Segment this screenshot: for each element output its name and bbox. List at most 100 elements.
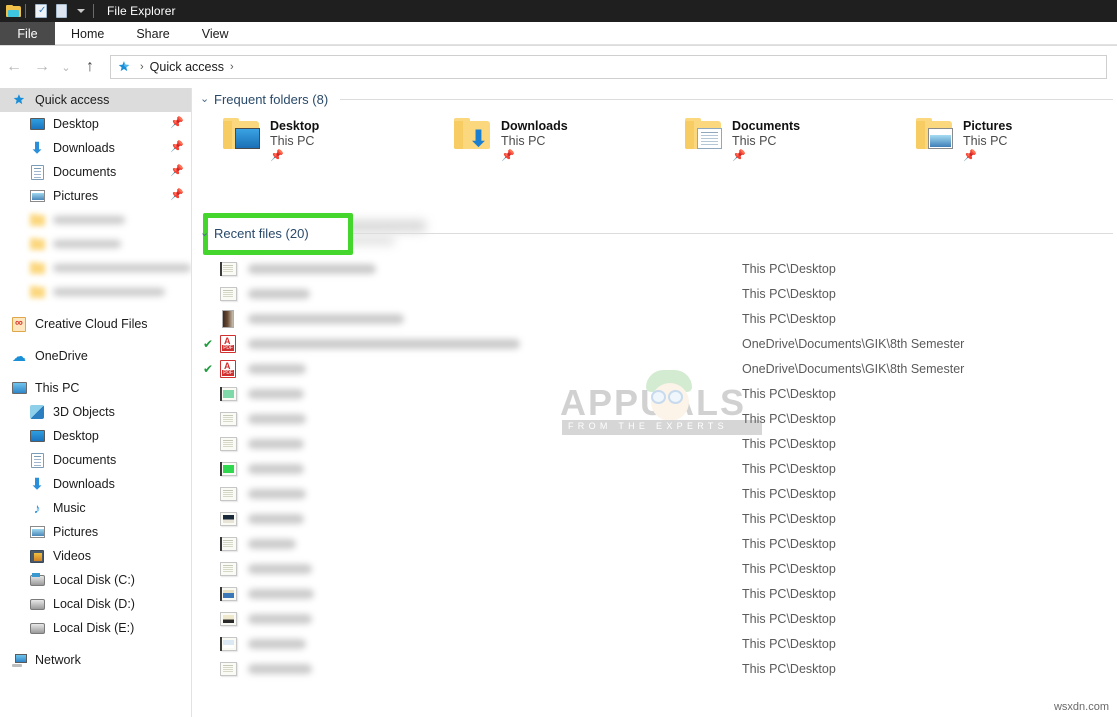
file-name-redacted <box>248 638 306 649</box>
chevron-down-icon[interactable]: ⌄ <box>200 93 214 105</box>
sidebar-item-desktop-pc[interactable]: Desktop <box>0 424 191 448</box>
file-name-redacted <box>248 338 520 349</box>
table-row[interactable]: ✔ A PDF OneDrive\Documents\GIK\8th Semest… <box>193 356 1117 381</box>
sidebar-item-pictures[interactable]: Pictures 📌 <box>0 184 191 208</box>
folder-icon: ⬇ <box>454 118 492 150</box>
up-button[interactable]: ↑ <box>76 53 104 81</box>
onedrive-cloud-icon: ☁ <box>12 348 26 364</box>
pin-icon[interactable]: 📌 <box>170 142 184 153</box>
folder-icon <box>28 212 46 228</box>
new-folder-icon[interactable] <box>51 1 71 21</box>
sidebar-label-downloads: Downloads <box>53 141 115 155</box>
table-row[interactable]: ✓ This PC\Desktop <box>193 306 1117 331</box>
table-row[interactable]: ✓ This PC\Desktop <box>193 631 1117 656</box>
pdf-icon: A PDF <box>216 359 240 378</box>
creative-cloud-icon <box>10 316 28 332</box>
folder-tile-desktop[interactable]: Desktop This PC 📌 <box>193 116 424 164</box>
folder-tile-pictures[interactable]: Pictures This PC 📌 <box>886 116 1117 164</box>
image-thumbnail-icon <box>216 386 240 401</box>
sidebar-item-this-pc[interactable]: This PC <box>0 376 191 400</box>
folder-icon <box>685 118 723 150</box>
table-row[interactable]: ✓ This PC\Desktop <box>193 431 1117 456</box>
back-button[interactable]: ← <box>0 53 28 81</box>
sidebar-item-music[interactable]: ♪ Music <box>0 496 191 520</box>
table-row[interactable]: ✓ This PC\Desktop <box>193 381 1117 406</box>
table-row[interactable]: ✓ This PC\Desktop <box>193 531 1117 556</box>
pin-icon[interactable]: 📌 <box>170 166 184 177</box>
sidebar-item-documents[interactable]: Documents 📌 <box>0 160 191 184</box>
image-thumbnail-icon <box>216 611 240 626</box>
table-row[interactable]: ✔ A PDF OneDrive\Documents\GIK\8th Semest… <box>193 331 1117 356</box>
sidebar-item-quick-access[interactable]: Quick access <box>0 88 191 112</box>
sidebar-item-redacted-4[interactable] <box>0 280 191 304</box>
folder-icon[interactable] <box>3 1 23 21</box>
table-row[interactable]: ✓ This PC\Desktop <box>193 481 1117 506</box>
file-name-redacted <box>248 463 304 474</box>
folder-icon <box>916 118 954 150</box>
table-row[interactable]: ✓ This PC\Desktop <box>193 281 1117 306</box>
sidebar-item-redacted-2[interactable] <box>0 232 191 256</box>
sidebar-item-desktop[interactable]: Desktop 📌 <box>0 112 191 136</box>
pin-icon[interactable]: 📌 <box>501 150 568 163</box>
sidebar-item-videos[interactable]: Videos <box>0 544 191 568</box>
tab-home[interactable]: Home <box>55 22 120 45</box>
folder-tile-location: This PC <box>270 134 315 148</box>
properties-icon[interactable]: ✓ <box>31 1 51 21</box>
sidebar-item-onedrive[interactable]: ☁ OneDrive <box>0 344 191 368</box>
tab-view[interactable]: View <box>186 22 245 45</box>
table-row[interactable]: ✓ This PC\Desktop <box>193 406 1117 431</box>
sidebar-item-creative-cloud-files[interactable]: Creative Cloud Files <box>0 312 191 336</box>
table-row[interactable]: ✓ This PC\Desktop <box>193 581 1117 606</box>
breadcrumb-quick-access[interactable]: Quick access <box>150 60 224 74</box>
recent-files-header[interactable]: ⌄ Recent files (20) <box>193 222 1117 244</box>
tab-share[interactable]: Share <box>120 22 185 45</box>
sidebar-item-pictures-pc[interactable]: Pictures <box>0 520 191 544</box>
file-name-redacted <box>248 563 312 574</box>
tab-file[interactable]: File <box>0 22 55 45</box>
folder-tile-documents[interactable]: Documents This PC 📌 <box>655 116 886 164</box>
sidebar-label-pictures: Pictures <box>53 189 99 203</box>
download-icon: ⬇ <box>30 475 44 493</box>
frequent-folders-header[interactable]: ⌄ Frequent folders (8) <box>193 88 1117 110</box>
pin-icon[interactable]: 📌 <box>270 150 319 163</box>
pin-icon[interactable]: 📌 <box>963 150 1012 163</box>
sidebar-item-redacted-3[interactable] <box>0 256 191 280</box>
sidebar-label-local-disk-d: Local Disk (D:) <box>53 597 135 611</box>
sync-status-icon: ✓ <box>200 538 216 550</box>
sidebar-item-downloads[interactable]: ⬇ Downloads 📌 <box>0 136 191 160</box>
sidebar-item-local-disk-c[interactable]: Local Disk (C:) <box>0 568 191 592</box>
table-row[interactable]: ✓ This PC\Desktop <box>193 556 1117 581</box>
folder-tile-name: Pictures <box>963 119 1013 133</box>
music-icon: ♪ <box>33 500 41 516</box>
table-row[interactable]: ✓ This PC\Desktop <box>193 256 1117 281</box>
pin-icon[interactable]: 📌 <box>170 118 184 129</box>
folder-tile-downloads[interactable]: ⬇ Downloads This PC 📌 <box>424 116 655 164</box>
customize-dropdown-icon[interactable] <box>71 1 91 21</box>
sidebar-item-local-disk-d[interactable]: Local Disk (D:) <box>0 592 191 616</box>
quick-access-toolbar: ✓ <box>0 0 99 22</box>
image-thumbnail-icon <box>216 309 240 328</box>
sidebar-label-downloads-pc: Downloads <box>53 477 115 491</box>
sidebar-item-local-disk-e[interactable]: Local Disk (E:) <box>0 616 191 640</box>
toolbar-divider <box>25 4 29 18</box>
table-row[interactable]: ✓ This PC\Desktop <box>193 456 1117 481</box>
forward-button[interactable]: → <box>28 53 56 81</box>
sidebar-item-documents-pc[interactable]: Documents <box>0 448 191 472</box>
sidebar-item-redacted-1[interactable] <box>0 208 191 232</box>
sidebar-item-downloads-pc[interactable]: ⬇ Downloads <box>0 472 191 496</box>
sidebar-item-3d-objects[interactable]: 3D Objects <box>0 400 191 424</box>
pin-icon[interactable]: 📌 <box>170 190 184 201</box>
table-row[interactable]: ✓ This PC\Desktop <box>193 506 1117 531</box>
sidebar-item-network[interactable]: Network <box>0 648 191 672</box>
table-row[interactable]: ✓ This PC\Desktop <box>193 656 1117 681</box>
navigation-pane: Quick access Desktop 📌 ⬇ Downloads 📌 Doc… <box>0 88 192 717</box>
chevron-down-icon[interactable]: ⌄ <box>200 227 214 239</box>
address-bar[interactable]: › Quick access › <box>110 55 1107 79</box>
pin-icon[interactable]: 📌 <box>732 150 800 163</box>
table-row[interactable]: ✓ This PC\Desktop <box>193 606 1117 631</box>
sync-status-icon: ✓ <box>200 288 216 300</box>
documents-icon <box>28 164 46 180</box>
breadcrumb-separator-2[interactable]: › <box>230 61 234 73</box>
recent-locations-button[interactable]: ⌄ <box>56 53 76 81</box>
file-name-redacted <box>248 363 306 374</box>
